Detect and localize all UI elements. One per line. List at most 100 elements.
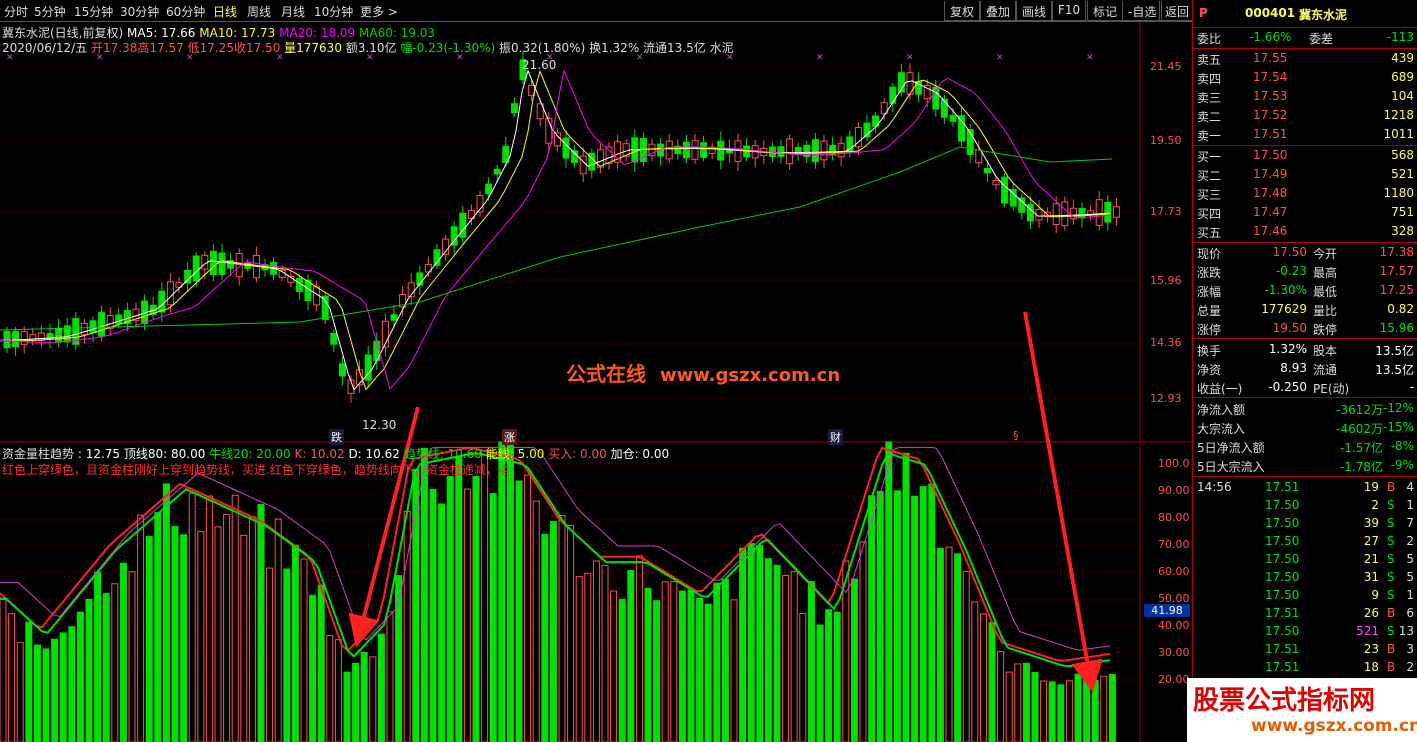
tick-row: 14:56 17.51 19 B 4 [1193, 479, 1417, 498]
tick-row-price: 17.50 [1265, 570, 1300, 584]
overlay-button[interactable]: 叠加 [980, 1, 1017, 21]
x-marker: ✕ [906, 53, 914, 63]
fund-bar [171, 525, 179, 742]
f10-button[interactable]: F10 [1052, 1, 1087, 21]
ask-row-price: 17.54 [1253, 70, 1288, 84]
fund-bar [506, 441, 514, 742]
quote-marker: P [1199, 6, 1208, 20]
fund-bar [0, 598, 7, 742]
fund-bar [868, 495, 876, 742]
fund-bar [386, 611, 394, 742]
tick-row-bs: S [1387, 552, 1395, 566]
stat2-row-v2: 13.5亿 [1375, 363, 1414, 377]
event-marker-finance[interactable]: 财 [828, 429, 843, 445]
flow-row-pct: -15% [1382, 420, 1414, 434]
candle-body [1001, 176, 1009, 204]
draw-line-button[interactable]: 画线 [1016, 1, 1053, 21]
bid-row-label: 买三 [1197, 188, 1222, 202]
fund-bar [1108, 673, 1116, 742]
bid-row-label: 买五 [1197, 226, 1222, 240]
tick-row-bs: S [1387, 534, 1395, 548]
fund-bar [274, 518, 282, 742]
flow-row-label: 5日大宗流入 [1197, 460, 1265, 474]
tab-15min[interactable]: 15分钟 [74, 3, 113, 20]
tick-row-bs: B [1387, 480, 1396, 494]
bid-row-vol: 521 [1391, 167, 1414, 181]
fund-bar [644, 587, 652, 742]
candle-body [80, 322, 88, 336]
self-select-button[interactable]: -自选 [1122, 1, 1163, 21]
indicator-energy: 能线: 5.00 [485, 447, 545, 461]
candle-body [1104, 201, 1112, 223]
fund-bar [42, 648, 50, 742]
fund-bar [704, 603, 712, 742]
event-marker-down[interactable]: 跌 [329, 429, 344, 445]
tick-row: 17.50 521 S 13 [1193, 623, 1417, 642]
fund-bar [248, 516, 256, 742]
bid-row: 买三 17.48 1180 [1193, 185, 1417, 204]
tab-more[interactable]: 更多 > [360, 3, 398, 20]
candle-body [338, 363, 346, 377]
fund-bar [463, 488, 471, 742]
stat2-row-l1: 净资 [1197, 363, 1222, 377]
tick-row: 17.51 18 B 2 [1193, 659, 1417, 678]
stat-row-v2: 15.96 [1379, 321, 1414, 335]
mark-button[interactable]: 标记 [1087, 1, 1124, 21]
bid-row-label: 买一 [1197, 150, 1222, 164]
candle-body [89, 320, 97, 334]
stat-row-l1: 现价 [1197, 247, 1222, 261]
flow-row-value: -1.57亿 [1339, 441, 1383, 455]
fund-bar [954, 553, 962, 742]
tab-fenshi[interactable]: 分时 [4, 3, 28, 20]
tick-row-bs: S [1387, 588, 1395, 602]
fund-bar [481, 449, 489, 742]
candle-body [734, 140, 742, 162]
tick-row-time: 14:56 [1197, 480, 1232, 494]
fund-bar [412, 468, 420, 742]
indicator-buy: 买入: 0.00 [548, 447, 607, 461]
fund-bar [455, 456, 463, 742]
tick-row-price: 17.50 [1265, 498, 1300, 512]
quote-panel: P 000401 冀东水泥 委比 -1.66% 委差 -113 卖五 17.55 4… [1192, 0, 1417, 742]
fund-bar [102, 593, 110, 742]
tab-10min[interactable]: 10分钟 [314, 3, 353, 20]
candle-body [115, 314, 123, 325]
tab-weekly[interactable]: 周线 [247, 3, 271, 20]
weibi-row: 委比 -1.66% 委差 -113 [1193, 29, 1417, 48]
candles [3, 50, 1120, 403]
fund-bar [205, 495, 213, 742]
candle-body [992, 180, 1000, 186]
tick-row-price: 17.51 [1265, 606, 1300, 620]
tab-60min[interactable]: 60分钟 [166, 3, 205, 20]
fund-bar [988, 621, 996, 742]
stat-row-l2: 最低 [1313, 285, 1338, 299]
tick-row-price: 17.50 [1265, 534, 1300, 548]
tab-30min[interactable]: 30分钟 [120, 3, 159, 20]
stat2-row-l2: PE(动) [1313, 382, 1350, 396]
candle-body [940, 98, 948, 118]
indicator-y-tick: 60.00 [1158, 565, 1190, 578]
stat-row-v2: 17.38 [1379, 245, 1414, 259]
sell-arrow [1023, 311, 1103, 693]
back-button[interactable]: 返回 [1159, 1, 1196, 21]
stat-row-v1: 19.50 [1272, 321, 1307, 335]
tick-row: 17.51 23 B 3 [1193, 641, 1417, 660]
tab-5min[interactable]: 5分钟 [34, 3, 66, 20]
x-marker: ✕ [636, 53, 644, 63]
ma60-line [0, 146, 1113, 331]
tab-monthly[interactable]: 月线 [281, 3, 305, 20]
stat-row: 现价 17.50 今开 17.38 [1193, 244, 1417, 263]
fund-bar [51, 638, 59, 742]
bid-row-price: 17.50 [1253, 148, 1288, 162]
fuquan-button[interactable]: 复权 [944, 1, 981, 21]
fund-bar [567, 525, 575, 742]
event-marker-up[interactable]: 涨 [502, 429, 517, 445]
center-watermark-url: www.gszx.com.cn [659, 365, 841, 386]
event-marker-section[interactable]: § [1013, 429, 1019, 442]
stat-row-l1: 总量 [1197, 304, 1222, 318]
stat2-row-l1: 收益(一) [1197, 382, 1243, 396]
weibi-value: -1.66% [1249, 30, 1292, 44]
stat2-row-l1: 换手 [1197, 344, 1222, 358]
tab-daily[interactable]: 日线 [213, 3, 237, 20]
candle-body [846, 136, 854, 153]
